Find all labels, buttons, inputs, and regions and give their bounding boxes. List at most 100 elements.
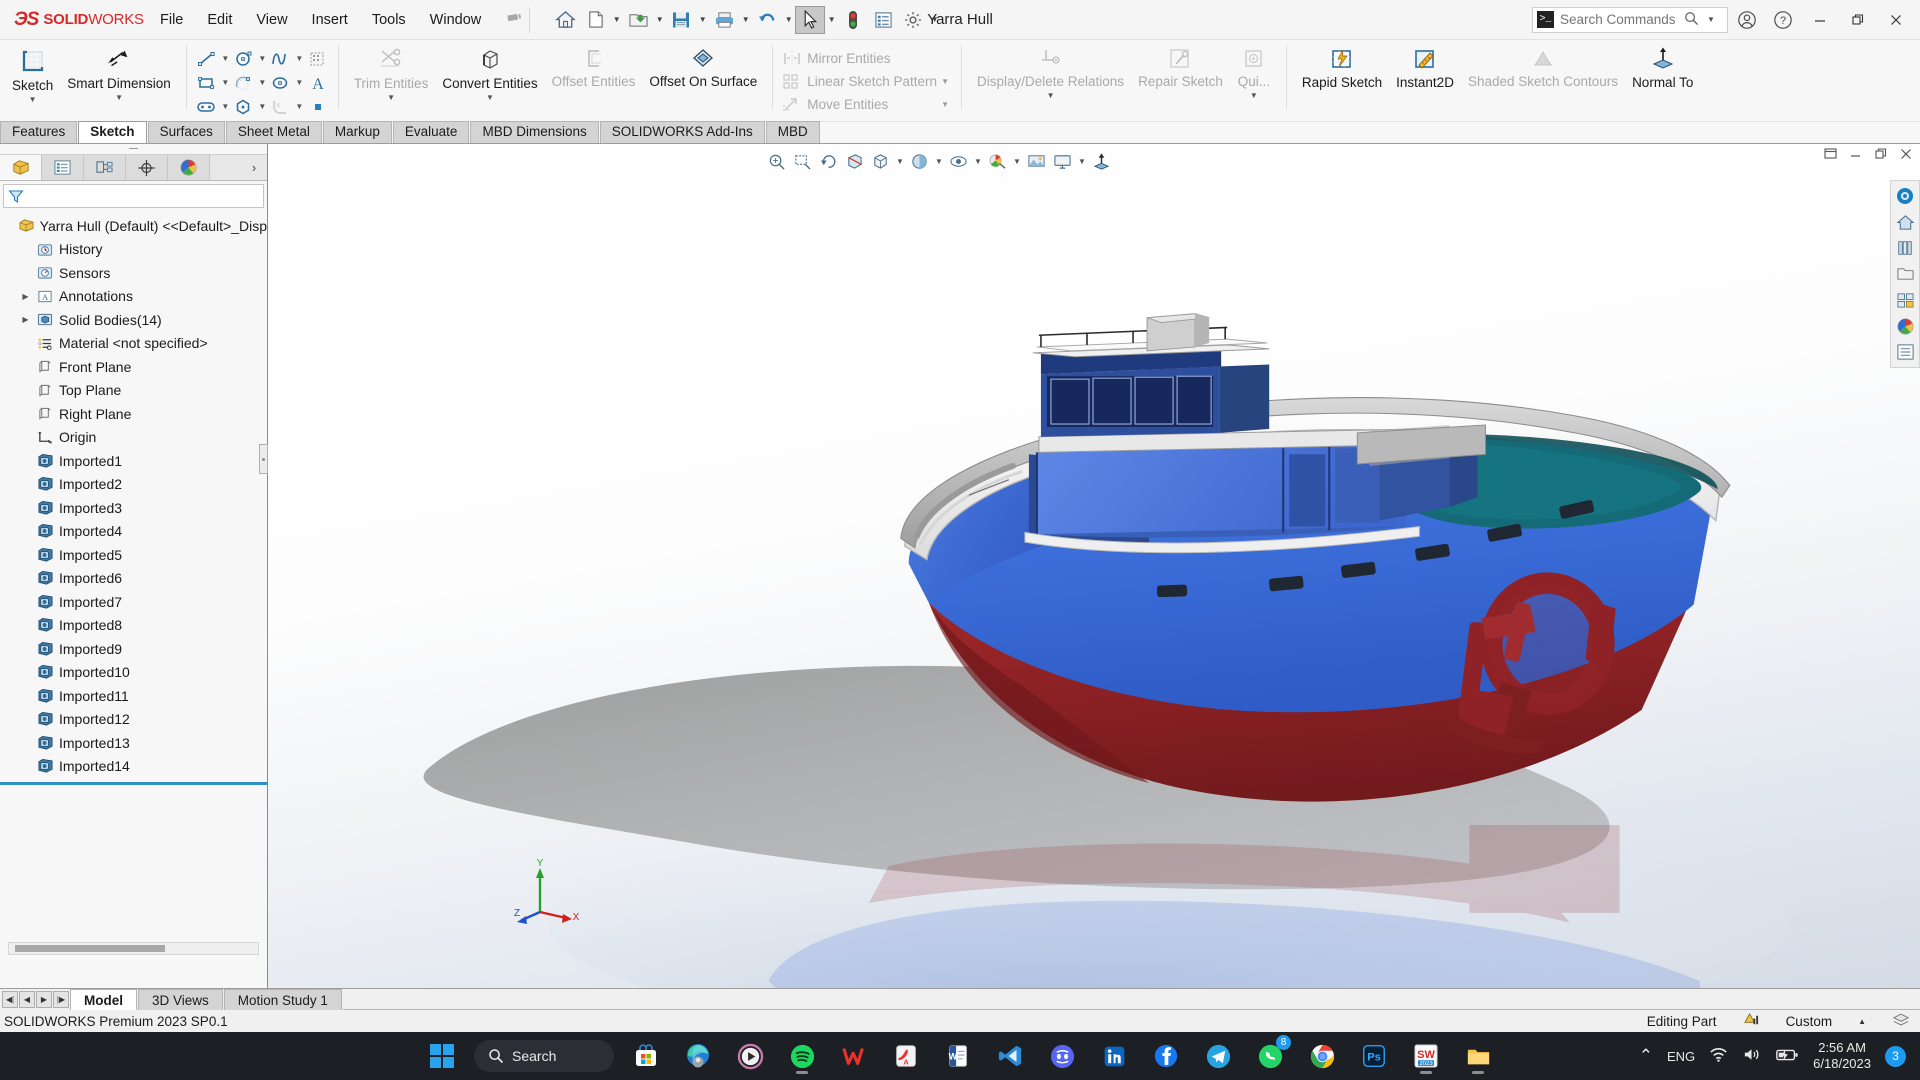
view-orientation-icon[interactable]: [868, 148, 893, 174]
smart-dimension-dropdown-icon[interactable]: ▼: [115, 93, 123, 102]
tree-item-sensors[interactable]: Sensors: [0, 261, 267, 285]
menu-item-view[interactable]: View: [244, 7, 299, 33]
section-view-icon[interactable]: [842, 148, 867, 174]
tab-surfaces[interactable]: Surfaces: [147, 121, 225, 143]
undo-icon[interactable]: [752, 6, 782, 34]
polygon-dropdown-icon[interactable]: ▼: [257, 102, 268, 111]
bottom-tab-model[interactable]: Model: [70, 989, 137, 1010]
tree-item-yarra-hull-default-default-disp[interactable]: Yarra Hull (Default) <<Default>_Disp: [0, 214, 267, 238]
photoshop-icon[interactable]: Ps: [1354, 1036, 1394, 1076]
expand-panel-icon[interactable]: ›: [241, 155, 267, 180]
menu-item-tools[interactable]: Tools: [360, 7, 418, 33]
menu-item-file[interactable]: File: [148, 7, 195, 33]
circle-icon[interactable]: [232, 48, 256, 70]
tree-item-top-plane[interactable]: Top Plane: [0, 379, 267, 403]
3dexperience-icon[interactable]: [1893, 184, 1917, 208]
tab-features[interactable]: Features: [0, 121, 78, 143]
polygon-icon[interactable]: [232, 96, 256, 118]
feature-filter-input[interactable]: [3, 184, 264, 208]
wps-office-icon[interactable]: [834, 1036, 874, 1076]
ellipse-dropdown-icon[interactable]: ▼: [294, 78, 305, 87]
tree-item-right-plane[interactable]: Right Plane: [0, 402, 267, 426]
tree-item-imported14[interactable]: Imported14: [0, 755, 267, 779]
print-icon[interactable]: [709, 6, 739, 34]
units-icon[interactable]: [1892, 1012, 1910, 1031]
tree-item-imported12[interactable]: Imported12: [0, 708, 267, 732]
menu-item-window[interactable]: Window: [418, 7, 494, 33]
offset-on-surface-button[interactable]: Offset On Surface: [642, 43, 764, 89]
tree-item-imported8[interactable]: Imported8: [0, 614, 267, 638]
tab-property-manager[interactable]: [42, 155, 84, 180]
rebuild-traffic-light-icon[interactable]: [838, 6, 868, 34]
menu-item-insert[interactable]: Insert: [300, 7, 360, 33]
pin-view-icon[interactable]: [1089, 148, 1114, 174]
tab-mbd-dimensions[interactable]: MBD Dimensions: [470, 121, 599, 143]
tree-item-imported11[interactable]: Imported11: [0, 684, 267, 708]
status-units-label[interactable]: Custom: [1786, 1014, 1833, 1029]
slot-icon[interactable]: [195, 96, 219, 118]
tab-markup[interactable]: Markup: [322, 121, 392, 143]
restore-button[interactable]: [1840, 0, 1876, 39]
graphics-viewport[interactable]: ▼ ▼ ▼ ▼ ▼ Y X Z: [268, 144, 1920, 988]
spotify-icon[interactable]: [782, 1036, 822, 1076]
line-dropdown-icon[interactable]: ▼: [220, 54, 231, 63]
ellipse-icon[interactable]: [269, 72, 293, 94]
smart-dimension-button[interactable]: Smart Dimension ▼: [60, 43, 178, 102]
account-icon[interactable]: [1730, 3, 1764, 37]
convert-entities-button[interactable]: Convert Entities ▼: [435, 43, 544, 102]
point-icon[interactable]: [306, 96, 330, 118]
help-icon[interactable]: ?: [1766, 3, 1800, 37]
feature-tree-hscrollbar[interactable]: [8, 942, 259, 955]
select-cursor-icon[interactable]: [795, 5, 826, 34]
windows-start-icon[interactable]: [422, 1036, 462, 1076]
open-folder-icon[interactable]: [623, 6, 653, 34]
search-dropdown-icon[interactable]: ▼: [1707, 15, 1715, 24]
spline-dropdown-icon[interactable]: ▼: [294, 54, 305, 63]
tree-expand-arrow[interactable]: ▶: [20, 292, 31, 301]
line-icon[interactable]: [195, 48, 219, 70]
rectangle-icon[interactable]: [195, 72, 219, 94]
zoom-to-area-icon[interactable]: [790, 148, 815, 174]
arc-icon[interactable]: [232, 72, 256, 94]
edit-appearance-icon[interactable]: [985, 148, 1010, 174]
microsoft-word-icon[interactable]: W: [938, 1036, 978, 1076]
text-icon[interactable]: A: [306, 72, 330, 94]
spline-icon[interactable]: [269, 48, 293, 70]
microsoft-store-icon[interactable]: [626, 1036, 666, 1076]
search-icon[interactable]: [1684, 11, 1699, 29]
undo-dropdown-icon[interactable]: ▼: [782, 6, 795, 34]
home-resources-icon[interactable]: [1893, 210, 1917, 234]
restore-document-icon[interactable]: [1822, 147, 1839, 164]
minimize-document-icon[interactable]: [1847, 147, 1864, 164]
view-orientation-dropdown-icon[interactable]: ▼: [894, 157, 906, 166]
select-dropdown-icon[interactable]: ▼: [825, 6, 838, 34]
view-palette-icon[interactable]: [1893, 288, 1917, 312]
sketch-warning-icon[interactable]: [1743, 1012, 1760, 1031]
facebook-icon[interactable]: [1146, 1036, 1186, 1076]
tab-dimxpert-manager[interactable]: [126, 155, 168, 180]
linkedin-icon[interactable]: [1094, 1036, 1134, 1076]
taskbar-search[interactable]: Search: [474, 1040, 614, 1072]
sketch-button[interactable]: Sketch ▼: [5, 43, 60, 104]
tab-sheet-metal[interactable]: Sheet Metal: [225, 121, 322, 143]
hide-show-dropdown-icon[interactable]: ▼: [972, 157, 984, 166]
sketch-dropdown-icon[interactable]: ▼: [29, 95, 37, 104]
prev-tab-button[interactable]: ◀: [19, 991, 35, 1008]
tree-item-imported2[interactable]: Imported2: [0, 473, 267, 497]
tree-item-front-plane[interactable]: Front Plane: [0, 355, 267, 379]
last-tab-button[interactable]: |▶: [53, 991, 69, 1008]
hide-show-icon[interactable]: [946, 148, 971, 174]
new-document-dropdown-icon[interactable]: ▼: [610, 6, 623, 34]
tree-item-imported4[interactable]: Imported4: [0, 520, 267, 544]
discord-icon[interactable]: [1042, 1036, 1082, 1076]
new-document-icon[interactable]: [580, 6, 610, 34]
view-settings-dropdown-icon[interactable]: ▼: [1076, 157, 1088, 166]
tree-item-imported13[interactable]: Imported13: [0, 731, 267, 755]
minimize-button[interactable]: [1802, 0, 1838, 39]
tab-configuration-manager[interactable]: [84, 155, 126, 180]
custom-properties-icon[interactable]: [1893, 340, 1917, 364]
visual-studio-code-icon[interactable]: [990, 1036, 1030, 1076]
sketch-pattern-icon[interactable]: [306, 48, 330, 70]
microsoft-edge-icon[interactable]: [678, 1036, 718, 1076]
quick-snaps-dropdown-icon[interactable]: ▼: [1250, 91, 1258, 100]
